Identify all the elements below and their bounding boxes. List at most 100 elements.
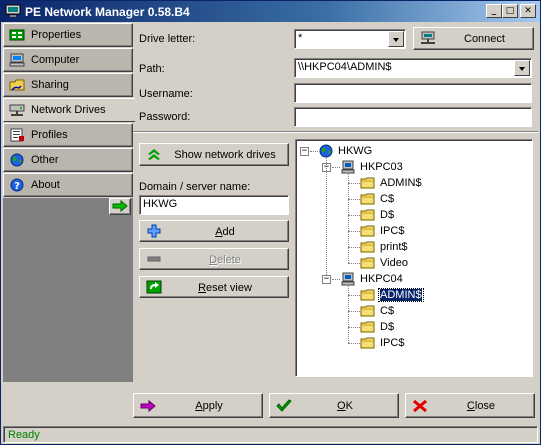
network-manager-icon — [5, 4, 21, 17]
profiles-icon — [10, 128, 24, 142]
tree-line — [348, 231, 360, 232]
app-window: PE Network Manager 0.58.B4 _ □ ✕ Propert… — [0, 0, 541, 445]
tree-item-label: HKPC03 — [360, 161, 403, 173]
drive-letter-label: Drive letter: — [139, 33, 196, 45]
domain-input[interactable]: HKWG — [139, 195, 289, 215]
sidebar-item-label: Other — [31, 154, 59, 166]
folder-icon — [360, 241, 375, 253]
tree-expander-minus-icon[interactable]: − — [300, 147, 309, 156]
path-select[interactable]: \\HKPC04\ADMIN$ — [294, 58, 532, 78]
tree-line — [348, 295, 360, 296]
domain-value: HKWG — [143, 198, 178, 210]
close-icon: ✕ — [524, 6, 532, 16]
tree-item-label: ADMIN$ — [378, 288, 424, 302]
close-window-button[interactable]: ✕ — [520, 4, 536, 18]
tree-line — [348, 247, 360, 248]
title-bar[interactable]: PE Network Manager 0.58.B4 _ □ ✕ — [1, 1, 540, 22]
tree-line — [326, 158, 327, 275]
tree-line — [348, 286, 349, 343]
sidebar-item-label: Profiles — [31, 129, 68, 141]
reset-view-label: Reset view — [198, 282, 252, 294]
separator — [133, 131, 538, 133]
folder-icon — [360, 289, 375, 301]
drive-letter-select[interactable]: * — [294, 29, 406, 49]
tree-item-label: C$ — [380, 193, 395, 205]
ok-label: OK — [337, 400, 353, 412]
arrow-right-icon — [112, 200, 128, 212]
folder-icon — [360, 225, 375, 237]
ok-button[interactable]: OK — [269, 393, 399, 418]
show-network-drives-label: Show network drives — [174, 149, 276, 161]
password-input[interactable] — [294, 107, 532, 127]
sidebar-item-label: Properties — [31, 29, 82, 41]
close-button[interactable]: Close — [405, 393, 535, 418]
sidebar-item-label: About — [31, 179, 60, 191]
apply-button[interactable]: Apply — [133, 393, 263, 418]
chevron-down-icon[interactable] — [388, 31, 404, 47]
tree-item-label: HKWG — [338, 145, 373, 157]
tree-item-label: ADMIN$ — [380, 177, 422, 189]
add-button[interactable]: Add — [139, 220, 289, 242]
folder-icon — [360, 321, 375, 333]
folder-icon — [360, 177, 375, 189]
globe-icon — [319, 144, 333, 158]
tree-line — [348, 327, 360, 328]
folder-icon — [360, 193, 375, 205]
path-value: \\HKPC04\ADMIN$ — [298, 61, 392, 73]
sidebar-item-other[interactable]: Other — [3, 148, 133, 172]
tree-item-label: print$ — [380, 241, 408, 253]
sidebar-item-profiles[interactable]: Profiles — [3, 123, 133, 147]
tree-line — [348, 174, 349, 263]
domain-label: Domain / server name: — [139, 181, 251, 193]
delete-label: Delete — [209, 254, 241, 266]
show-network-drives-button[interactable]: Show network drives — [139, 143, 289, 166]
add-label: Add — [215, 226, 235, 238]
tree-item-label: IPC$ — [380, 225, 405, 237]
sidebar-item-sharing[interactable]: Sharing — [3, 73, 133, 97]
tree-line — [348, 183, 360, 184]
reset-view-button[interactable]: Reset view — [139, 276, 289, 298]
folder-icon — [360, 209, 375, 221]
sidebar-item-properties[interactable]: Properties — [3, 23, 133, 47]
folder-icon — [360, 305, 375, 317]
tree-item-label: HKPC04 — [360, 273, 403, 285]
tree-line — [348, 311, 360, 312]
computer-icon — [9, 53, 25, 67]
username-input[interactable] — [294, 83, 532, 103]
status-text: Ready — [8, 429, 40, 441]
maximize-button[interactable]: □ — [502, 4, 518, 18]
sidebar-item-computer[interactable]: Computer — [3, 48, 133, 72]
network-tree[interactable]: − HKWG − HKPC03 ADMIN$ C$ D$ IPC$ print$ Video − HK… — [295, 139, 533, 377]
path-label: Path: — [139, 63, 165, 75]
sidebar-item-network-drives[interactable]: Network Drives — [3, 98, 135, 122]
maximize-icon: □ — [505, 6, 515, 16]
tree-item-label: IPC$ — [380, 337, 405, 349]
minimize-button[interactable]: _ — [486, 4, 502, 18]
tree-item-label: D$ — [380, 209, 395, 221]
chevron-down-icon[interactable] — [514, 60, 530, 76]
tree-expander-minus-icon[interactable]: − — [322, 275, 331, 284]
collapse-sidebar-button[interactable] — [109, 198, 131, 215]
drive-letter-value: * — [298, 32, 303, 44]
tree-line — [332, 167, 340, 168]
tree-line — [310, 151, 318, 152]
close-label: Close — [466, 400, 496, 412]
tree-line — [348, 343, 360, 344]
username-label: Username: — [139, 88, 193, 100]
minimize-icon: _ — [491, 6, 497, 16]
status-bar: Ready — [3, 426, 538, 443]
apply-label: Apply — [195, 400, 223, 412]
computer-icon — [341, 272, 355, 286]
tree-item-label: Video — [380, 257, 408, 269]
sharing-icon — [9, 79, 25, 91]
tree-line — [348, 199, 360, 200]
folder-icon — [360, 257, 375, 269]
computer-icon — [341, 160, 355, 174]
connect-button[interactable]: Connect — [413, 27, 534, 50]
sidebar-item-label: Network Drives — [31, 104, 106, 116]
help-icon: ? — [10, 178, 24, 192]
delete-button[interactable]: Delete — [139, 248, 289, 270]
sidebar-item-about[interactable]: ? About — [3, 173, 133, 197]
folder-icon — [360, 337, 375, 349]
connect-label: Connect — [464, 33, 505, 45]
